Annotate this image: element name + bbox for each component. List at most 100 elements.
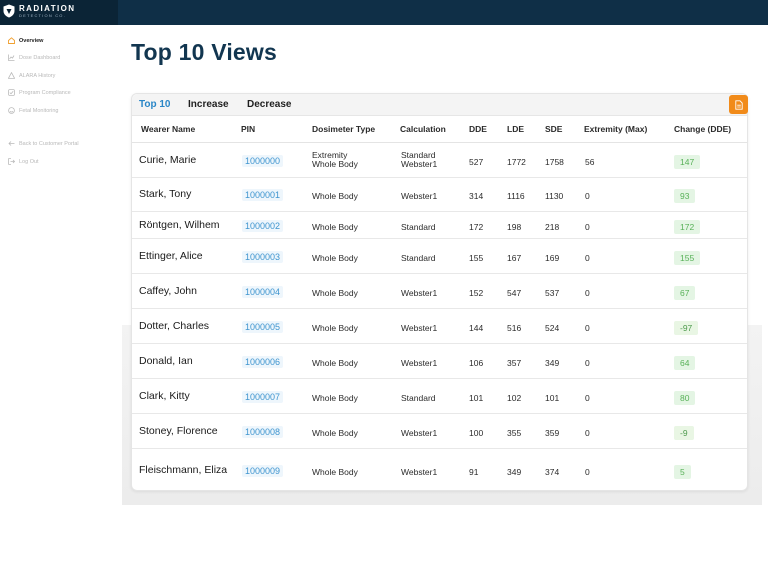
extremity-max-value: 56	[585, 156, 595, 167]
dosimeter-type: Whole Body	[312, 357, 358, 368]
table-row[interactable]	[132, 212, 747, 239]
tab-decrease[interactable]: Decrease	[247, 99, 291, 110]
pin-link[interactable]: 1000001	[242, 189, 284, 201]
pin-link[interactable]: 1000000	[242, 154, 284, 167]
dde-value: 101	[469, 392, 484, 403]
wearer-name: Fleischmann, Eliza	[139, 463, 228, 476]
dosimeter-type: Whole Body	[312, 221, 358, 232]
change-badge: 93	[674, 189, 696, 203]
table-row[interactable]	[132, 309, 747, 344]
home-icon	[8, 37, 15, 44]
table-row[interactable]	[132, 414, 747, 449]
sidebar-item-label: Program Compliance	[19, 89, 71, 96]
extremity-max-value: 0	[585, 287, 590, 298]
shield-icon	[3, 4, 15, 18]
dosimeter-type: Whole Body	[312, 427, 358, 438]
extremity-max-value: 0	[585, 252, 590, 263]
dde-value: 144	[469, 322, 484, 333]
pin-link[interactable]: 1000004	[242, 285, 284, 298]
pin-link[interactable]: 1000006	[242, 355, 284, 368]
change-badge: 172	[674, 219, 701, 234]
document-icon	[734, 99, 743, 110]
column-header-calculation[interactable]: Calculation	[400, 124, 446, 134]
sde-value: 169	[545, 252, 560, 263]
sidebar-item-alara-history[interactable]: ALARA History	[8, 72, 55, 79]
lde-value: 102	[507, 392, 522, 403]
change-badge: 67	[674, 285, 696, 300]
pin-link[interactable]: 1000007	[242, 390, 284, 403]
table-row[interactable]	[132, 239, 747, 274]
lde-value: 1116	[507, 191, 525, 201]
table-row[interactable]	[132, 143, 747, 178]
dosimeter-type: Whole Body	[312, 392, 358, 403]
sidebar-item-label: Dose Dashboard	[19, 54, 61, 61]
tab-bar: Top 10 Increase Decrease	[132, 94, 748, 116]
column-header-dde[interactable]: DDE	[469, 124, 487, 134]
dde-value: 100	[469, 427, 484, 438]
top-views-card: Top 10 Increase Decrease Wearer Name PIN…	[131, 93, 748, 491]
calculation: Standard	[401, 221, 436, 232]
calculation: Webster1	[401, 191, 438, 201]
wearer-name: Dotter, Charles	[139, 319, 210, 332]
change-badge: 5	[674, 464, 691, 479]
change-badge: 147	[674, 154, 701, 169]
wearer-name: Röntgen, Wilhem	[139, 218, 220, 231]
dde-value: 314	[469, 191, 484, 201]
logo-line2: DETECTION CO.	[19, 12, 66, 18]
dde-value: 152	[469, 287, 484, 298]
extremity-max-value: 0	[585, 466, 590, 477]
lde-value: 198	[507, 221, 522, 232]
column-header-change-dde[interactable]: Change (DDE)	[674, 124, 731, 134]
column-header-pin[interactable]: PIN	[241, 124, 255, 134]
lde-value: 349	[507, 466, 522, 477]
pin-link[interactable]: 1000003	[242, 250, 284, 263]
calculation: Webster1	[401, 322, 438, 333]
sidebar-item-label: Fetal Monitoring	[19, 107, 59, 114]
table-row[interactable]	[132, 274, 747, 309]
change-badge: 64	[674, 355, 696, 370]
pin-link[interactable]: 1000009	[242, 464, 284, 477]
column-header-sde[interactable]: SDE	[545, 124, 562, 134]
sde-value: 537	[545, 287, 560, 298]
sidebar-item-label: Back to Customer Portal	[19, 140, 79, 147]
calculation: Standard	[401, 392, 436, 403]
page-title: Top 10 Views	[131, 39, 277, 65]
sidebar-item-program-compliance[interactable]: Program Compliance	[8, 89, 71, 96]
lde-value: 547	[507, 287, 522, 298]
lde-value: 1772	[507, 156, 526, 167]
sidebar-item-log-out[interactable]: Log Out	[8, 158, 39, 165]
back-arrow-icon	[8, 140, 15, 147]
pin-link[interactable]: 1000005	[242, 320, 284, 333]
dosimeter-type: Whole Body	[312, 191, 358, 201]
column-header-wearer-name[interactable]: Wearer Name	[141, 124, 195, 134]
export-button[interactable]	[729, 95, 748, 114]
calculation: Standard	[401, 252, 436, 263]
dosimeter-type-secondary: Whole Body	[312, 158, 358, 169]
dosimeter-type: Whole Body	[312, 466, 358, 477]
sde-value: 1758	[545, 156, 564, 167]
sidebar-item-back-to-portal[interactable]: Back to Customer Portal	[8, 140, 79, 147]
column-header-lde[interactable]: LDE	[507, 124, 524, 134]
sidebar-item-overview[interactable]: Overview	[8, 37, 43, 44]
sidebar-item-label: ALARA History	[19, 72, 56, 79]
column-header-dosimeter-type[interactable]: Dosimeter Type	[312, 124, 375, 134]
table-row[interactable]	[132, 178, 747, 212]
sde-value: 1130	[545, 191, 564, 201]
sidebar-item-fetal-monitoring[interactable]: Fetal Monitoring	[8, 107, 58, 114]
pin-link[interactable]: 1000002	[242, 219, 284, 232]
sidebar-item-dose-dashboard[interactable]: Dose Dashboard	[8, 54, 60, 61]
table-row[interactable]	[132, 379, 747, 414]
tab-increase[interactable]: Increase	[188, 99, 229, 110]
sde-value: 374	[545, 466, 560, 477]
dosimeter-type: Whole Body	[312, 287, 358, 298]
column-header-extremity-max[interactable]: Extremity (Max)	[584, 124, 647, 134]
extremity-max-value: 0	[585, 191, 590, 201]
sde-value: 349	[545, 357, 560, 368]
sde-value: 101	[545, 392, 560, 403]
extremity-max-value: 0	[585, 221, 590, 232]
tab-top-10[interactable]: Top 10	[139, 99, 170, 110]
wearer-name: Caffey, John	[139, 284, 197, 297]
table-row[interactable]	[132, 344, 747, 379]
pin-link[interactable]: 1000008	[242, 425, 284, 438]
company-logo[interactable]: RADIATION DETECTION CO.	[3, 4, 75, 18]
